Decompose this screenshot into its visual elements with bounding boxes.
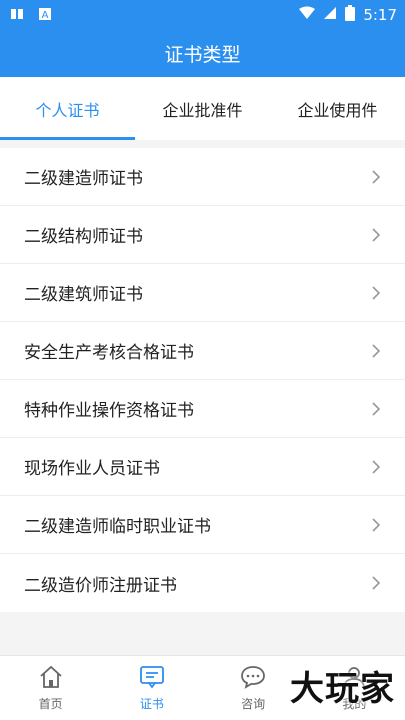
nav-label: 首页 [38,696,63,711]
list-item[interactable]: 二级建筑师证书 [0,264,405,322]
list-item[interactable]: 安全生产考核合格证书 [0,322,405,380]
wifi-icon [299,6,316,24]
nav-home[interactable]: 首页 [0,656,101,720]
list-item[interactable]: 二级结构师证书 [0,206,405,264]
chevron-right-icon [369,343,383,358]
tab-enterprise-approval[interactable]: 企业批准件 [135,77,270,140]
watermark-logo: 大玩家 [290,669,395,709]
chevron-right-icon [369,517,383,532]
list-item[interactable]: 特种作业操作资格证书 [0,380,405,438]
tab-enterprise-use[interactable]: 企业使用件 [270,77,405,140]
signal-icon [323,6,337,24]
list-item-label: 二级建筑师证书 [24,285,143,305]
nav-consult[interactable]: 咨询 [203,656,304,720]
list-item-label: 二级造价师注册证书 [24,575,177,596]
status-bar: A 5:17 [0,0,405,30]
nav-certificate[interactable]: 证书 [101,656,202,720]
list-item[interactable]: 二级建造师证书 [0,148,405,206]
list-item-label: 二级建造师证书 [24,169,143,189]
chevron-right-icon [369,401,383,416]
list-item-label: 安全生产考核合格证书 [24,343,194,363]
list-item-label: 二级建造师临时职业证书 [24,517,211,537]
notification-book-icon [10,7,24,21]
page-title: 证书类型 [0,30,405,77]
list-item-label: 特种作业操作资格证书 [24,401,194,421]
status-time: 5:17 [363,6,397,24]
chevron-right-icon [369,576,383,590]
tab-bar: 个人证书 企业批准件 企业使用件 [0,77,405,140]
list-item[interactable]: 二级建造师临时职业证书 [0,496,405,554]
battery-icon [345,5,356,25]
certificate-icon [139,665,165,692]
tab-personal-certificate[interactable]: 个人证书 [0,77,135,140]
chevron-right-icon [369,169,383,184]
list-item[interactable]: 二级造价师注册证书 [0,554,405,612]
list-item-label: 现场作业人员证书 [24,459,160,479]
list-item-label: 二级结构师证书 [24,227,143,247]
nav-label: 咨询 [241,696,266,711]
chevron-right-icon [369,227,383,242]
chat-icon [240,665,266,692]
certificate-list: 二级建造师证书 二级结构师证书 二级建筑师证书 安全生产考核合格证书 特种作业操… [0,148,405,612]
chevron-right-icon [369,285,383,300]
notification-a-icon: A [38,7,52,21]
svg-text:A: A [42,10,49,21]
list-item[interactable]: 现场作业人员证书 [0,438,405,496]
nav-label: 证书 [139,696,164,711]
chevron-right-icon [369,459,383,474]
home-icon [38,665,64,692]
